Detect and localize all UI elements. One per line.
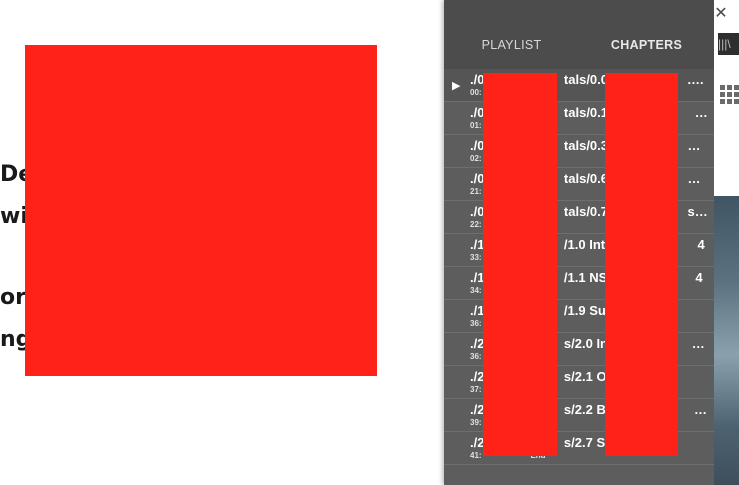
- chapter-time: 33:: [470, 253, 482, 262]
- library-icon[interactable]: |||\: [718, 33, 739, 55]
- tab-chapters[interactable]: CHAPTERS: [579, 30, 714, 60]
- grid-view-icon[interactable]: [718, 82, 739, 104]
- playlist-tab-bar: PLAYLIST CHAPTERS: [444, 0, 714, 69]
- redaction-block-left: [25, 45, 377, 376]
- background-thumbnail-image: [714, 196, 739, 485]
- chapter-time: 34:: [470, 286, 482, 295]
- chapter-time: 22:: [470, 220, 482, 229]
- chapter-time: 21:: [470, 187, 482, 196]
- chapter-time: 37:: [470, 385, 482, 394]
- tab-playlist[interactable]: PLAYLIST: [444, 30, 579, 60]
- close-button[interactable]: ✕: [711, 2, 731, 26]
- chapter-time: 00:: [470, 88, 482, 97]
- redaction-block-list-2: [605, 73, 678, 456]
- chapter-time: 36:: [470, 352, 482, 361]
- chapter-time: 01:: [470, 121, 482, 130]
- chapter-time: 36:: [470, 319, 482, 328]
- chapter-time: 02:: [470, 154, 482, 163]
- play-icon: ▶: [452, 80, 461, 92]
- redaction-block-list-1: [483, 73, 557, 456]
- chapter-time: 39:: [470, 418, 482, 427]
